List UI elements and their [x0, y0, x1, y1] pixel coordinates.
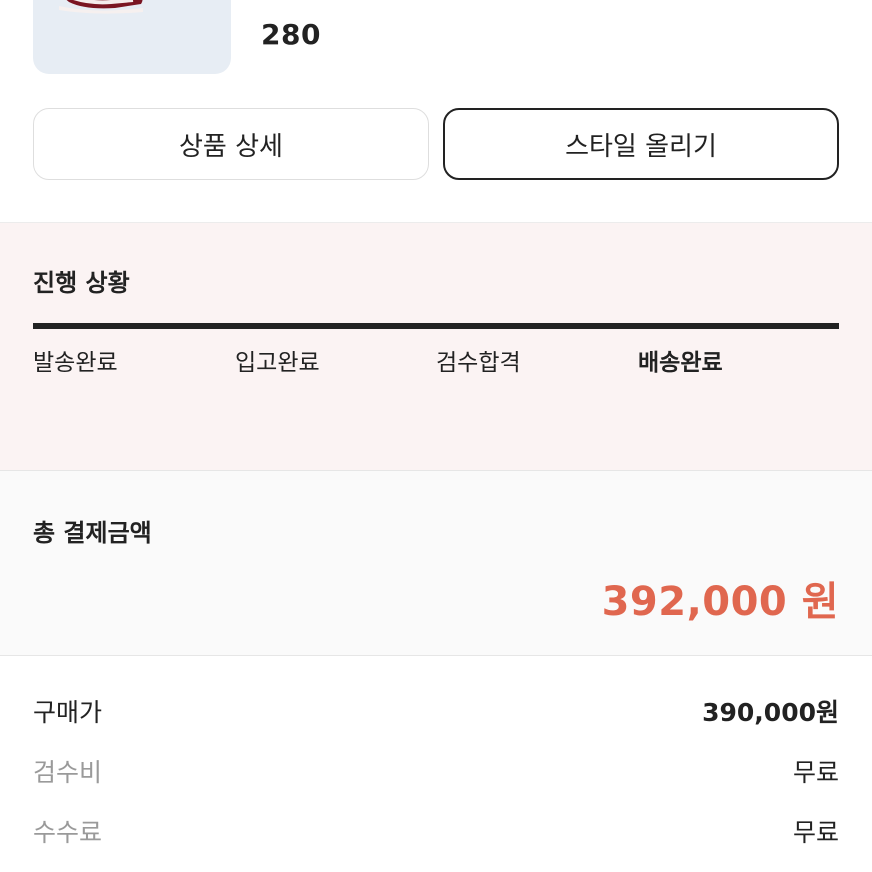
inspection-fee-value: 무료	[792, 758, 839, 787]
total-payment-section: 총 결제금액 392,000 원	[0, 470, 872, 656]
commission-fee-label: 수수료	[33, 818, 103, 847]
product-header: 280 상품 상세 스타일 올리기	[0, 0, 872, 222]
product-size: 280	[261, 18, 321, 51]
step-label: 발송완료	[33, 350, 118, 376]
upload-style-button[interactable]: 스타일 올리기	[443, 108, 839, 180]
payment-breakdown: 구매가 390,000원 검수비 무료 수수료 무료	[0, 657, 872, 872]
breakdown-row: 검수비 무료	[33, 753, 839, 793]
progress-steps: 발송완료 입고완료 검수합격 배송완료	[33, 343, 839, 377]
progress-section: 진행 상황 발송완료 입고완료 검수합격 배송완료	[0, 222, 872, 470]
step-label-current: 배송완료	[638, 350, 723, 376]
progress-bar-fill	[33, 323, 839, 329]
sneaker-icon	[59, 0, 143, 14]
inspection-fee-label: 검수비	[33, 758, 103, 787]
breakdown-row: 수수료 무료	[33, 813, 839, 853]
product-thumbnail[interactable]	[33, 0, 231, 74]
commission-fee-value: 무료	[792, 818, 839, 847]
total-payment-title: 총 결제금액	[33, 519, 152, 547]
purchase-price-label: 구매가	[33, 698, 103, 727]
step-label: 입고완료	[235, 350, 320, 376]
purchase-price-value: 390,000원	[702, 698, 839, 727]
progress-title: 진행 상황	[33, 269, 130, 297]
progress-bar	[33, 323, 839, 329]
step-label: 검수합격	[436, 350, 521, 376]
product-detail-button[interactable]: 상품 상세	[33, 108, 429, 180]
breakdown-row: 구매가 390,000원	[33, 693, 839, 733]
total-payment-amount: 392,000 원	[601, 579, 839, 625]
